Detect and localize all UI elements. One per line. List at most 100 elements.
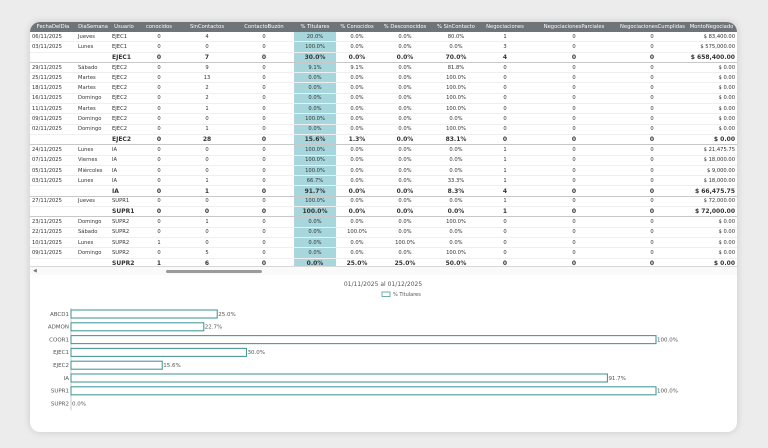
bar-value-label: 0.0%	[72, 401, 86, 407]
column-header[interactable]: % Desconocidos	[378, 22, 432, 32]
column-header[interactable]: MontoNegociado	[686, 22, 737, 32]
table-row: 07/11/2025 Viernes IA 0 0 0 100.0% 0.0% 0.0% 0.0%…	[30, 155, 737, 166]
table-cell: 22/11/2025	[30, 227, 76, 238]
table-cell: 0.0%	[336, 247, 378, 259]
table-cell: 27/11/2025	[30, 196, 76, 208]
table-cell: Viernes	[76, 155, 110, 166]
table-row: 24/11/2025 Lunes IA 0 0 0 100.0% 0.0% 0.0% 0.0% 1 0…	[30, 144, 737, 156]
column-header[interactable]: NegociacionesCumplidas	[618, 22, 686, 32]
table-cell: 0	[234, 155, 294, 166]
column-header[interactable]: % Titulares	[294, 22, 336, 32]
column-header[interactable]: % SinContacto	[432, 22, 480, 32]
table-cell: 1	[480, 175, 530, 187]
table-cell: 0	[138, 41, 180, 53]
table-cell: EJEC1	[110, 41, 138, 53]
table-cell: Miércoles	[76, 165, 110, 177]
table-cell: 0	[530, 175, 618, 187]
table-cell: 0	[234, 165, 294, 177]
table-cell: 23/11/2025	[30, 216, 76, 228]
table-cell: 0	[234, 113, 294, 125]
table-cell: 18/11/2025	[30, 82, 76, 94]
table-cell: 0	[530, 165, 618, 177]
bar-value-label: 15.6%	[163, 363, 180, 369]
table-cell: Lunes	[76, 144, 110, 156]
subtotal-row: SUPR1 0 0 0 100.0% 0.0% 0.0% 0.0% 1 0 0 $ 72,000.00	[30, 206, 737, 218]
table-cell: 0	[138, 124, 180, 135]
category-label: SUPR2	[51, 401, 69, 407]
table-cell	[76, 133, 110, 146]
table-cell: 0	[138, 113, 180, 125]
table-cell: $ 0.00	[686, 93, 737, 105]
table-cell: 4	[480, 185, 530, 197]
table-cell: EJEC1	[110, 51, 138, 63]
table-cell: 0	[618, 216, 686, 228]
table-cell: Lunes	[76, 175, 110, 187]
column-header[interactable]: SinContactos	[180, 22, 234, 32]
table-cell: EJEC2	[110, 133, 138, 146]
table-cell: 0	[480, 216, 530, 228]
column-header[interactable]: Negociaciones	[480, 22, 530, 32]
table-cell: 0.0%	[294, 124, 336, 135]
table-row: 11/11/2025 Martes EJEC2 0 1 0 0.0% 0.0% 0.0% 100.…	[30, 103, 737, 115]
bar-value-label: 100.0%	[657, 389, 678, 395]
table-cell: 0	[618, 72, 686, 84]
table-cell: 0	[234, 196, 294, 208]
column-header[interactable]: Usuario	[110, 22, 138, 32]
table-cell: $ 0.00	[686, 216, 737, 228]
table-cell: 1	[180, 185, 234, 197]
column-header[interactable]: NegociacionesParciales	[530, 22, 618, 32]
table-cell: $ 0.00	[686, 113, 737, 125]
column-header[interactable]: % Conocidos	[336, 22, 378, 32]
table-cell: 0	[234, 185, 294, 197]
table-cell: IA	[110, 185, 138, 197]
table-cell: 100.0%	[378, 237, 432, 249]
table-row: 10/11/2025 Lunes SUPR2 1 0 0 0.0% 0.0% 100.0% 0.0…	[30, 237, 737, 249]
horizontal-scrollbar[interactable]: ◀	[30, 266, 737, 275]
table-cell: 11/11/2025	[30, 103, 76, 115]
scroll-thumb[interactable]	[166, 269, 262, 273]
table-cell: 0	[618, 41, 686, 53]
table-cell	[30, 206, 76, 218]
table-cell: 1	[480, 196, 530, 208]
table-cell: $ 66,475.75	[686, 185, 737, 197]
titulares-bar-chart: 01/11/2025 al 01/12/2025 % Titulares ABCD1…	[48, 281, 678, 411]
table-cell: 7	[180, 51, 234, 63]
table-cell: 2	[180, 93, 234, 105]
column-header[interactable]: ContactoBuzón	[234, 22, 294, 32]
table-cell: 3	[480, 41, 530, 53]
table-cell: 0	[480, 62, 530, 74]
table-cell: 1	[180, 103, 234, 115]
table-cell	[30, 185, 76, 197]
category-label: EJEC1	[53, 350, 69, 356]
category-label: ABCD1	[50, 312, 69, 318]
table-cell: Martes	[76, 82, 110, 94]
table-cell: 0	[480, 133, 530, 146]
table-cell: EJEC2	[110, 82, 138, 94]
column-header[interactable]: FechaDelDia	[30, 22, 76, 32]
table-row: 16/11/2025 Domingo EJEC2 0 2 0 0.0% 0.0% 0.0% 100…	[30, 93, 737, 105]
table-cell: 0	[618, 247, 686, 259]
table-cell: 0	[530, 113, 618, 125]
table-cell: 0	[234, 227, 294, 238]
table-cell: EJEC2	[110, 72, 138, 84]
column-header[interactable]: conocidos	[138, 22, 180, 32]
table-cell: 0	[234, 124, 294, 135]
table-cell: 0	[138, 144, 180, 156]
bar	[70, 335, 657, 345]
table-cell: 100.0%	[432, 103, 480, 115]
bar	[70, 373, 608, 383]
scroll-left-icon[interactable]: ◀	[33, 267, 37, 275]
table-cell: 0.0%	[378, 82, 432, 94]
table-cell: 0.0%	[432, 113, 480, 125]
table-cell: 0.0%	[378, 113, 432, 125]
table-cell: Martes	[76, 103, 110, 115]
column-header[interactable]: DiaSemana	[76, 22, 110, 32]
table-cell: 0	[138, 93, 180, 105]
table-cell: 0.0%	[432, 206, 480, 218]
bar-value-label: 100.0%	[657, 337, 678, 343]
table-cell: 16/11/2025	[30, 93, 76, 105]
bar	[70, 347, 248, 357]
table-cell: 1	[480, 32, 530, 43]
table-cell: 0	[618, 113, 686, 125]
category-label: SUPR1	[51, 389, 69, 395]
